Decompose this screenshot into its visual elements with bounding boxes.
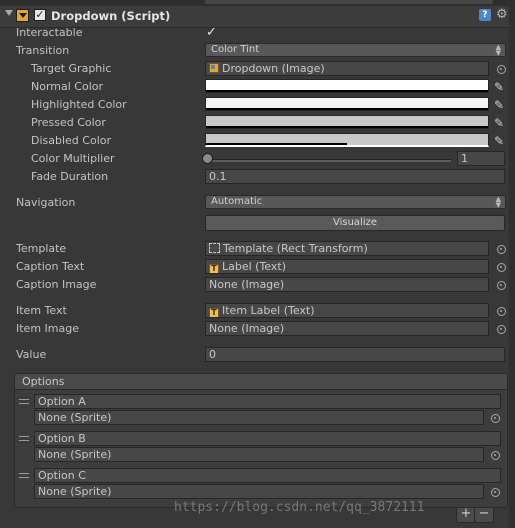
normal-color-alpha bbox=[206, 90, 488, 92]
gear-icon[interactable]: ⚙ bbox=[496, 8, 508, 22]
disabled-color-label: Disabled Color bbox=[31, 134, 112, 147]
text-icon: T bbox=[209, 308, 219, 317]
option-text-field[interactable]: Option B bbox=[34, 431, 501, 446]
option-text-field[interactable]: Option C bbox=[34, 468, 501, 483]
eyedropper-icon[interactable]: ✎ bbox=[494, 116, 504, 130]
highlighted-color-label: Highlighted Color bbox=[31, 98, 127, 111]
object-picker-icon[interactable] bbox=[491, 451, 500, 460]
color-multiplier-slider-thumb[interactable] bbox=[202, 153, 213, 164]
component-header[interactable]: ✓ Dropdown (Script) ? ⚙ bbox=[0, 6, 515, 28]
target-graphic-value: Dropdown (Image) bbox=[222, 62, 325, 75]
pressed-color-swatch[interactable] bbox=[205, 115, 489, 129]
fade-duration-label: Fade Duration bbox=[31, 170, 109, 183]
transition-label: Transition bbox=[16, 44, 70, 57]
object-picker-icon[interactable] bbox=[491, 414, 500, 423]
object-picker-icon[interactable] bbox=[497, 65, 506, 74]
drag-handle-icon[interactable] bbox=[19, 436, 29, 441]
eyedropper-icon[interactable]: ✎ bbox=[494, 134, 504, 148]
popup-arrows-icon: ▲ ▼ bbox=[495, 195, 501, 209]
normal-color-swatch[interactable] bbox=[205, 79, 489, 93]
interactable-label: Interactable bbox=[16, 26, 83, 39]
item-text-value: Item Label (Text) bbox=[222, 304, 315, 317]
fade-duration-field[interactable]: 0.1 bbox=[205, 169, 505, 184]
caption-text-label: Caption Text bbox=[16, 260, 85, 273]
value-label: Value bbox=[16, 348, 47, 361]
drag-handle-icon[interactable] bbox=[19, 473, 29, 478]
color-multiplier-label: Color Multiplier bbox=[31, 152, 115, 165]
popup-arrows-icon: ▲ ▼ bbox=[495, 43, 501, 57]
component-enabled-checkbox[interactable]: ✓ bbox=[34, 9, 46, 21]
template-value: Template (Rect Transform) bbox=[223, 242, 368, 255]
rect-transform-icon bbox=[209, 243, 220, 253]
color-multiplier-slider-track[interactable] bbox=[206, 159, 451, 162]
object-picker-icon[interactable] bbox=[497, 325, 506, 334]
target-graphic-label: Target Graphic bbox=[31, 62, 112, 75]
highlighted-color-alpha bbox=[206, 108, 488, 110]
help-icon[interactable]: ? bbox=[479, 9, 491, 21]
option-sprite-field[interactable]: None (Sprite) bbox=[34, 484, 484, 499]
object-picker-icon[interactable] bbox=[497, 281, 506, 290]
previous-field-edge bbox=[205, 0, 493, 4]
pressed-color-alpha bbox=[206, 126, 488, 128]
foldout-arrow-icon[interactable] bbox=[5, 10, 13, 16]
transition-value: Color Tint bbox=[211, 44, 260, 55]
component-title: Dropdown (Script) bbox=[51, 9, 171, 23]
pressed-color-label: Pressed Color bbox=[31, 116, 106, 129]
caption-text-field[interactable]: T Label (Text) bbox=[205, 259, 489, 274]
option-sprite-field[interactable]: None (Sprite) bbox=[34, 447, 484, 462]
caption-image-field[interactable]: None (Image) bbox=[205, 277, 489, 292]
highlighted-color-swatch[interactable] bbox=[205, 97, 489, 111]
drag-handle-icon[interactable] bbox=[19, 399, 29, 404]
inspector-scrollbar[interactable] bbox=[509, 6, 515, 528]
text-icon: T bbox=[209, 264, 219, 273]
navigation-dropdown[interactable]: Automatic ▲ ▼ bbox=[205, 195, 506, 209]
remove-option-button[interactable]: − bbox=[474, 507, 494, 523]
image-icon bbox=[209, 63, 219, 73]
item-text-field[interactable]: T Item Label (Text) bbox=[205, 303, 489, 318]
caption-image-label: Caption Image bbox=[16, 278, 97, 291]
normal-color-label: Normal Color bbox=[31, 80, 104, 93]
object-picker-icon[interactable] bbox=[497, 263, 506, 272]
object-picker-icon[interactable] bbox=[497, 245, 506, 254]
visualize-button[interactable]: Visualize bbox=[205, 215, 505, 231]
eyedropper-icon[interactable]: ✎ bbox=[494, 80, 504, 94]
target-graphic-field[interactable]: Dropdown (Image) bbox=[205, 61, 489, 76]
object-picker-icon[interactable] bbox=[497, 307, 506, 316]
color-multiplier-field[interactable]: 1 bbox=[457, 151, 505, 166]
value-field[interactable]: 0 bbox=[205, 347, 505, 362]
item-image-label: Item Image bbox=[16, 322, 79, 335]
object-picker-icon[interactable] bbox=[491, 488, 500, 497]
template-label: Template bbox=[16, 242, 67, 255]
transition-dropdown[interactable]: Color Tint ▲ ▼ bbox=[205, 43, 506, 57]
caption-text-value: Label (Text) bbox=[222, 260, 287, 273]
item-text-label: Item Text bbox=[16, 304, 67, 317]
navigation-value: Automatic bbox=[211, 196, 263, 207]
add-option-button[interactable]: + bbox=[456, 507, 476, 523]
option-text-field[interactable]: Option A bbox=[34, 394, 501, 409]
item-image-field[interactable]: None (Image) bbox=[205, 321, 489, 336]
dropdown-component-icon bbox=[16, 9, 29, 22]
template-field[interactable]: Template (Rect Transform) bbox=[205, 241, 489, 256]
interactable-checkbox[interactable]: ✓ bbox=[206, 26, 218, 39]
navigation-label: Navigation bbox=[16, 196, 76, 209]
options-list-header: Options bbox=[14, 373, 508, 390]
watermark-text: https://blog.csdn.net/qq_3872111 bbox=[174, 500, 425, 515]
disabled-color-swatch[interactable] bbox=[205, 133, 489, 147]
option-sprite-field[interactable]: None (Sprite) bbox=[34, 410, 484, 425]
eyedropper-icon[interactable]: ✎ bbox=[494, 98, 504, 112]
disabled-color-alpha bbox=[206, 143, 347, 145]
